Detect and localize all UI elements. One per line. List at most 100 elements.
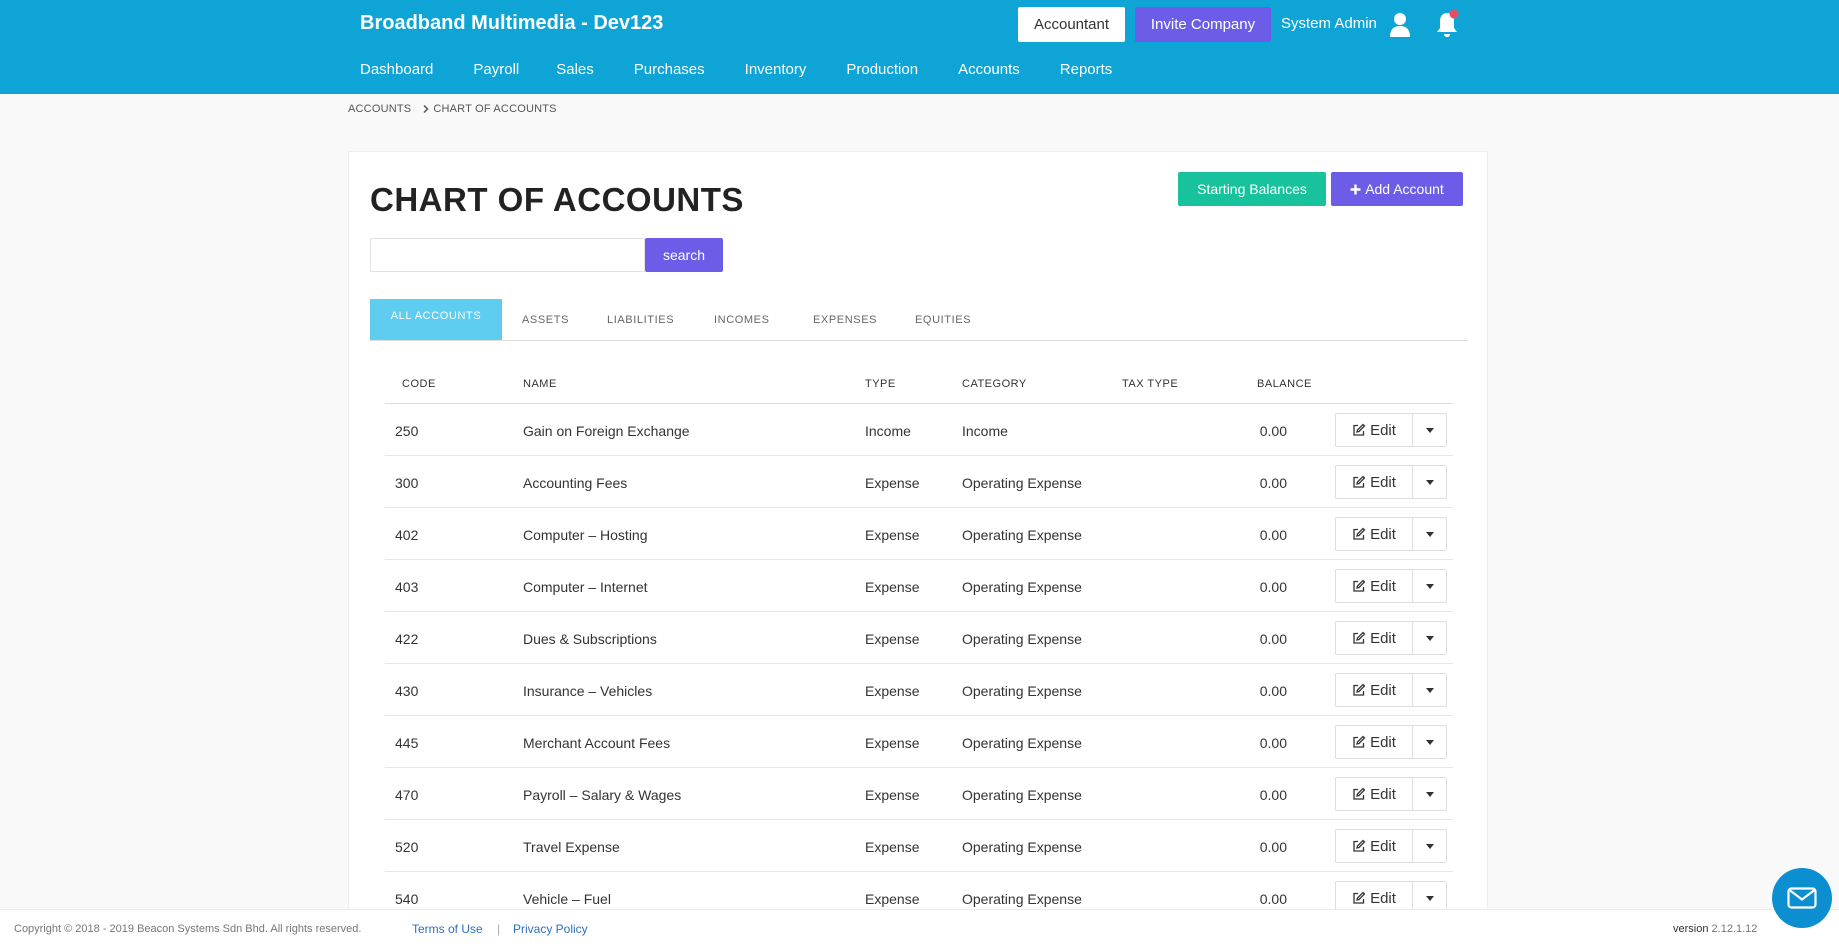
- row-menu-toggle[interactable]: [1413, 777, 1447, 811]
- cell-balance: 0.00: [1259, 787, 1287, 803]
- edit-button[interactable]: Edit: [1335, 517, 1413, 551]
- nav-sales[interactable]: Sales: [556, 61, 594, 78]
- privacy-policy-link[interactable]: Privacy Policy: [513, 922, 588, 936]
- cell-category: Operating Expense: [962, 735, 1082, 751]
- pencil-square-icon: [1353, 527, 1366, 540]
- column-tax-type[interactable]: TAX TYPE: [1122, 378, 1178, 390]
- cell-code: 430: [395, 683, 419, 699]
- chat-button[interactable]: [1772, 868, 1832, 928]
- edit-label: Edit: [1370, 733, 1396, 751]
- column-balance[interactable]: BALANCE: [1257, 378, 1312, 390]
- edit-button[interactable]: Edit: [1335, 673, 1413, 707]
- chevron-right-icon: [423, 105, 429, 113]
- cell-type: Expense: [865, 631, 920, 647]
- nav-payroll[interactable]: Payroll: [473, 61, 519, 78]
- row-menu-toggle[interactable]: [1413, 621, 1447, 655]
- nav-dashboard[interactable]: Dashboard: [360, 61, 433, 78]
- starting-balances-button[interactable]: Starting Balances: [1178, 172, 1326, 206]
- tab-all-accounts[interactable]: ALL ACCOUNTS: [370, 299, 502, 340]
- row-menu-toggle[interactable]: [1413, 829, 1447, 863]
- nav-reports[interactable]: Reports: [1060, 61, 1113, 78]
- cell-category: Operating Expense: [962, 475, 1082, 491]
- notification-badge: [1449, 9, 1459, 19]
- breadcrumb-accounts[interactable]: ACCOUNTS: [348, 103, 411, 115]
- edit-button[interactable]: Edit: [1335, 569, 1413, 603]
- cell-category: Operating Expense: [962, 631, 1082, 647]
- cell-name: Gain on Foreign Exchange: [523, 423, 690, 439]
- company-name[interactable]: Broadband Multimedia - Dev123: [360, 12, 663, 35]
- version-number: 2.12.1.12: [1711, 923, 1758, 935]
- row-actions: Edit: [1335, 569, 1447, 603]
- row-menu-toggle[interactable]: [1413, 673, 1447, 707]
- tab-incomes[interactable]: INCOMES: [714, 299, 770, 340]
- pencil-square-icon: [1353, 839, 1366, 852]
- terms-of-use-link[interactable]: Terms of Use: [412, 922, 483, 936]
- add-account-label: Add Account: [1365, 181, 1444, 197]
- cell-name: Payroll – Salary & Wages: [523, 787, 682, 803]
- bell-icon[interactable]: [1434, 9, 1460, 39]
- row-menu-toggle[interactable]: [1413, 465, 1447, 499]
- edit-button[interactable]: Edit: [1335, 465, 1413, 499]
- edit-button[interactable]: Edit: [1335, 777, 1413, 811]
- caret-down-icon: [1425, 583, 1434, 589]
- row-actions: Edit: [1335, 517, 1447, 551]
- edit-button[interactable]: Edit: [1335, 725, 1413, 759]
- cell-code: 300: [395, 475, 419, 491]
- tab-equities[interactable]: EQUITIES: [915, 299, 971, 340]
- top-header: Broadband Multimedia - Dev123 Accountant…: [0, 0, 1839, 94]
- accountant-button[interactable]: Accountant: [1018, 7, 1125, 42]
- account-type-tabs: ALL ACCOUNTS ASSETS LIABILITIES INCOMES …: [370, 299, 1468, 341]
- pencil-square-icon: [1353, 423, 1366, 436]
- row-actions: Edit: [1335, 465, 1447, 499]
- pencil-square-icon: [1353, 683, 1366, 696]
- nav-production[interactable]: Production: [846, 61, 918, 78]
- row-actions: Edit: [1335, 829, 1447, 863]
- user-name[interactable]: System Admin: [1281, 15, 1377, 32]
- search-input[interactable]: [370, 238, 645, 272]
- tab-liabilities[interactable]: LIABILITIES: [607, 299, 674, 340]
- column-code[interactable]: CODE: [402, 378, 436, 390]
- cell-balance: 0.00: [1259, 683, 1287, 699]
- cell-category: Operating Expense: [962, 683, 1082, 699]
- edit-button[interactable]: Edit: [1335, 621, 1413, 655]
- column-type[interactable]: TYPE: [865, 378, 896, 390]
- tab-expenses[interactable]: EXPENSES: [813, 299, 877, 340]
- edit-label: Edit: [1370, 473, 1396, 491]
- nav-accounts[interactable]: Accounts: [958, 61, 1020, 78]
- row-actions: Edit: [1335, 673, 1447, 707]
- table-header: CODE NAME TYPE CATEGORY TAX TYPE BALANCE: [385, 370, 1453, 404]
- column-name[interactable]: NAME: [523, 378, 557, 390]
- cell-code: 422: [395, 631, 419, 647]
- add-account-button[interactable]: Add Account: [1331, 172, 1463, 206]
- cell-balance: 0.00: [1259, 475, 1287, 491]
- nav-inventory[interactable]: Inventory: [745, 61, 807, 78]
- caret-down-icon: [1425, 635, 1434, 641]
- row-menu-toggle[interactable]: [1413, 569, 1447, 603]
- caret-down-icon: [1425, 843, 1434, 849]
- cell-balance: 0.00: [1259, 527, 1287, 543]
- row-menu-toggle[interactable]: [1413, 517, 1447, 551]
- table-row: 470 Payroll – Salary & Wages Expense Operat…: [385, 768, 1453, 820]
- pencil-square-icon: [1353, 891, 1366, 904]
- breadcrumb: ACCOUNTS CHART OF ACCOUNTS: [348, 103, 557, 115]
- pencil-square-icon: [1353, 631, 1366, 644]
- tab-assets[interactable]: ASSETS: [522, 299, 569, 340]
- edit-button[interactable]: Edit: [1335, 413, 1413, 447]
- cell-code: 520: [395, 839, 419, 855]
- column-category[interactable]: CATEGORY: [962, 378, 1027, 390]
- edit-button[interactable]: Edit: [1335, 829, 1413, 863]
- row-menu-toggle[interactable]: [1413, 725, 1447, 759]
- invite-company-button[interactable]: Invite Company: [1135, 7, 1271, 42]
- search-button[interactable]: search: [645, 238, 723, 272]
- main-nav: Dashboard Payroll Sales Purchases Invent…: [360, 61, 1152, 78]
- nav-purchases[interactable]: Purchases: [634, 61, 705, 78]
- cell-type: Expense: [865, 787, 920, 803]
- row-actions: Edit: [1335, 621, 1447, 655]
- row-menu-toggle[interactable]: [1413, 413, 1447, 447]
- cell-name: Accounting Fees: [523, 475, 628, 491]
- pencil-square-icon: [1353, 579, 1366, 592]
- user-icon[interactable]: [1389, 12, 1411, 38]
- caret-down-icon: [1425, 687, 1434, 693]
- table-row: 430 Insurance – Vehicles Expense Operating …: [385, 664, 1453, 716]
- cell-balance: 0.00: [1259, 735, 1287, 751]
